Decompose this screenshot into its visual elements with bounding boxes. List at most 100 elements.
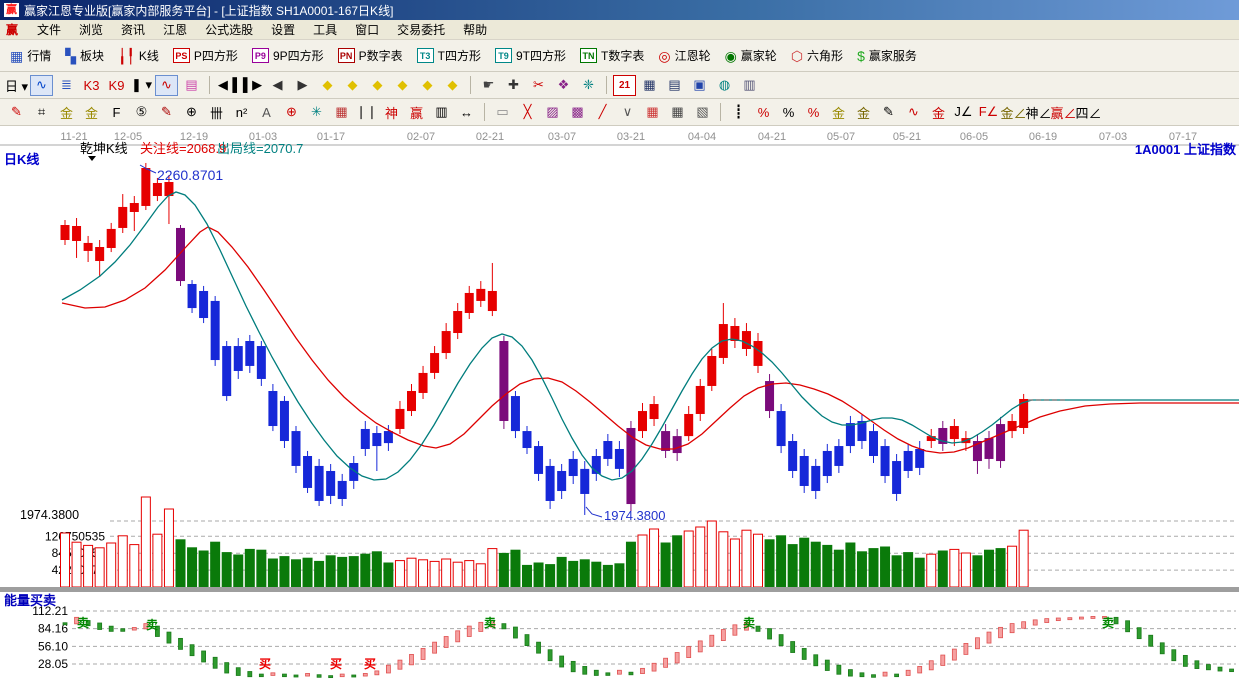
- diamond-star-icon[interactable]: ◆: [416, 75, 439, 96]
- prev-page-icon[interactable]: ◀: [266, 75, 289, 96]
- circle-ruler-icon[interactable]: ⊕: [180, 102, 203, 123]
- diamond-left-icon[interactable]: ◆: [316, 75, 339, 96]
- si-angle-icon[interactable]: 四∠: [1077, 102, 1100, 123]
- gold-circle-icon[interactable]: 金: [827, 102, 850, 123]
- gold-angle-icon[interactable]: 金∠: [1002, 102, 1025, 123]
- winner-wheel-button[interactable]: ◉赢家轮: [719, 44, 783, 67]
- hatch-purple-icon[interactable]: ▨: [541, 102, 564, 123]
- grid-lines-icon[interactable]: ⌗: [30, 102, 53, 123]
- pencil-bars-icon[interactable]: ✎: [877, 102, 900, 123]
- quotes-button[interactable]: ▦行情: [4, 44, 57, 67]
- width-measure-icon[interactable]: ↔: [455, 102, 478, 123]
- chart-area[interactable]: 11-2112-0512-1901-0301-1702-0702-2103-07…: [0, 126, 1239, 681]
- p-table-button[interactable]: PNP数字表: [332, 44, 409, 67]
- gold-level-icon[interactable]: 金: [852, 102, 875, 123]
- hand-tool-icon[interactable]: ☛: [477, 75, 500, 96]
- export-icon[interactable]: ▥: [738, 75, 761, 96]
- scale-marks-icon[interactable]: ┋: [727, 102, 750, 123]
- p-table-icon: PN: [338, 48, 355, 63]
- t-table-button[interactable]: TNT数字表: [574, 44, 650, 67]
- menu-item-1[interactable]: 浏览: [70, 22, 112, 38]
- notes-icon[interactable]: ▤: [663, 75, 686, 96]
- diamond-grid-icon[interactable]: ◆: [441, 75, 464, 96]
- menu-item-0[interactable]: 文件: [28, 22, 70, 38]
- ray-fan-red-icon[interactable]: ╳: [516, 102, 539, 123]
- scissors-icon[interactable]: ✂: [527, 75, 550, 96]
- gann-brain-2-icon[interactable]: ❈: [577, 75, 600, 96]
- gold-red-icon[interactable]: 金: [927, 102, 950, 123]
- crosshair-icon[interactable]: ✚: [502, 75, 525, 96]
- menu-item-7[interactable]: 窗口: [346, 22, 388, 38]
- ying-angle-icon[interactable]: 赢∠: [1052, 102, 1075, 123]
- f-angle-icon[interactable]: F∠: [977, 102, 1000, 123]
- shen-tool-icon[interactable]: 神: [380, 102, 403, 123]
- percent-line-icon[interactable]: %: [752, 102, 775, 123]
- ying-tool-icon[interactable]: 赢: [405, 102, 428, 123]
- wave-red-2-icon[interactable]: ∿: [902, 102, 925, 123]
- spiral-5-icon[interactable]: ⑤: [130, 102, 153, 123]
- menu-item-3[interactable]: 江恩: [154, 22, 196, 38]
- pencil-red-icon[interactable]: ✎: [5, 102, 28, 123]
- gann-brain-1-icon[interactable]: ❖: [552, 75, 575, 96]
- menu-item-6[interactable]: 工具: [304, 22, 346, 38]
- wave-red-icon[interactable]: ∿: [155, 75, 178, 96]
- grid-red-icon[interactable]: ▦: [641, 102, 664, 123]
- menu-item-5[interactable]: 设置: [262, 22, 304, 38]
- mirror-tool-icon[interactable]: A: [255, 102, 278, 123]
- trend-rays-icon[interactable]: ╱: [591, 102, 614, 123]
- t-table-icon: TN: [580, 48, 597, 63]
- gold-grid-1-icon[interactable]: 金: [55, 102, 78, 123]
- gann-wheel-button[interactable]: ◎江恩轮: [652, 44, 716, 67]
- p-square-button[interactable]: PSP四方形: [167, 44, 244, 67]
- shen-angle-icon[interactable]: 神∠: [1027, 102, 1050, 123]
- stacked-chart-icon[interactable]: ▤: [180, 75, 203, 96]
- calculator-icon[interactable]: ▦: [638, 75, 661, 96]
- menu-item-9[interactable]: 帮助: [454, 22, 496, 38]
- next-page-icon[interactable]: ▶: [291, 75, 314, 96]
- diamond-right-icon[interactable]: ◆: [341, 75, 364, 96]
- web-icon[interactable]: ◍: [713, 75, 736, 96]
- target-red-icon[interactable]: ⊕: [280, 102, 303, 123]
- wave-chart-icon[interactable]: ∿: [30, 75, 53, 96]
- window-titlebar[interactable]: 赢 赢家江恩专业版[赢家内部服务平台] - [上证指数 SH1A0001-167…: [0, 0, 1239, 20]
- winner-service-button[interactable]: $赢家服务: [851, 44, 923, 67]
- ruler-123-icon[interactable]: ▥: [430, 102, 453, 123]
- first-page-icon[interactable]: ◀▐: [216, 75, 239, 96]
- period-daily-icon[interactable]: 日 ▾: [5, 75, 28, 96]
- fib-tool-icon[interactable]: F: [105, 102, 128, 123]
- calendar-icon[interactable]: 21: [613, 75, 636, 96]
- diag-box-icon[interactable]: ▧: [691, 102, 714, 123]
- pause-marks-icon[interactable]: ❘❘: [355, 102, 378, 123]
- bar-type-icon[interactable]: ❚ ▾: [130, 75, 153, 96]
- 9t-square-button[interactable]: T99T四方形: [489, 44, 572, 67]
- clipboard-icon[interactable]: ≣: [55, 75, 78, 96]
- rect-zone-icon[interactable]: ▭: [491, 102, 514, 123]
- diamond-cross-icon[interactable]: ◆: [391, 75, 414, 96]
- kline-9-icon[interactable]: K9: [105, 75, 128, 96]
- diamond-horizontal-icon[interactable]: ◆: [366, 75, 389, 96]
- stock-chart-svg[interactable]: 11-2112-0512-1901-0301-1702-0702-2103-07…: [0, 126, 1239, 681]
- last-page-icon[interactable]: ▌▶: [241, 75, 264, 96]
- percent-under-icon[interactable]: %: [802, 102, 825, 123]
- hatch-box-icon[interactable]: ▩: [566, 102, 589, 123]
- j-angle-icon[interactable]: J∠: [952, 102, 975, 123]
- web-grid-icon[interactable]: ▦: [330, 102, 353, 123]
- menu-item-2[interactable]: 资讯: [112, 22, 154, 38]
- sectors-button[interactable]: ▚板块: [59, 44, 110, 67]
- comb-ruler-icon[interactable]: 卌: [205, 102, 228, 123]
- save-icon[interactable]: ▣: [688, 75, 711, 96]
- percent-icon[interactable]: %: [777, 102, 800, 123]
- gold-grid-2-icon[interactable]: 金: [80, 102, 103, 123]
- kline-button[interactable]: ╽╿K线: [112, 44, 165, 67]
- kline-3-icon[interactable]: K3: [80, 75, 103, 96]
- n-square-icon[interactable]: n²: [230, 102, 253, 123]
- 9p-square-button[interactable]: P99P四方形: [246, 44, 330, 67]
- t-square-button[interactable]: T3T四方形: [411, 44, 487, 67]
- wave-v-icon[interactable]: ∨: [616, 102, 639, 123]
- menu-item-8[interactable]: 交易委托: [388, 22, 454, 38]
- menu-item-4[interactable]: 公式选股: [196, 22, 262, 38]
- star-teal-icon[interactable]: ✳: [305, 102, 328, 123]
- hexagon-button[interactable]: ⬡六角形: [785, 44, 849, 67]
- pencil-dark-icon[interactable]: ✎: [155, 102, 178, 123]
- grid-dark-icon[interactable]: ▦: [666, 102, 689, 123]
